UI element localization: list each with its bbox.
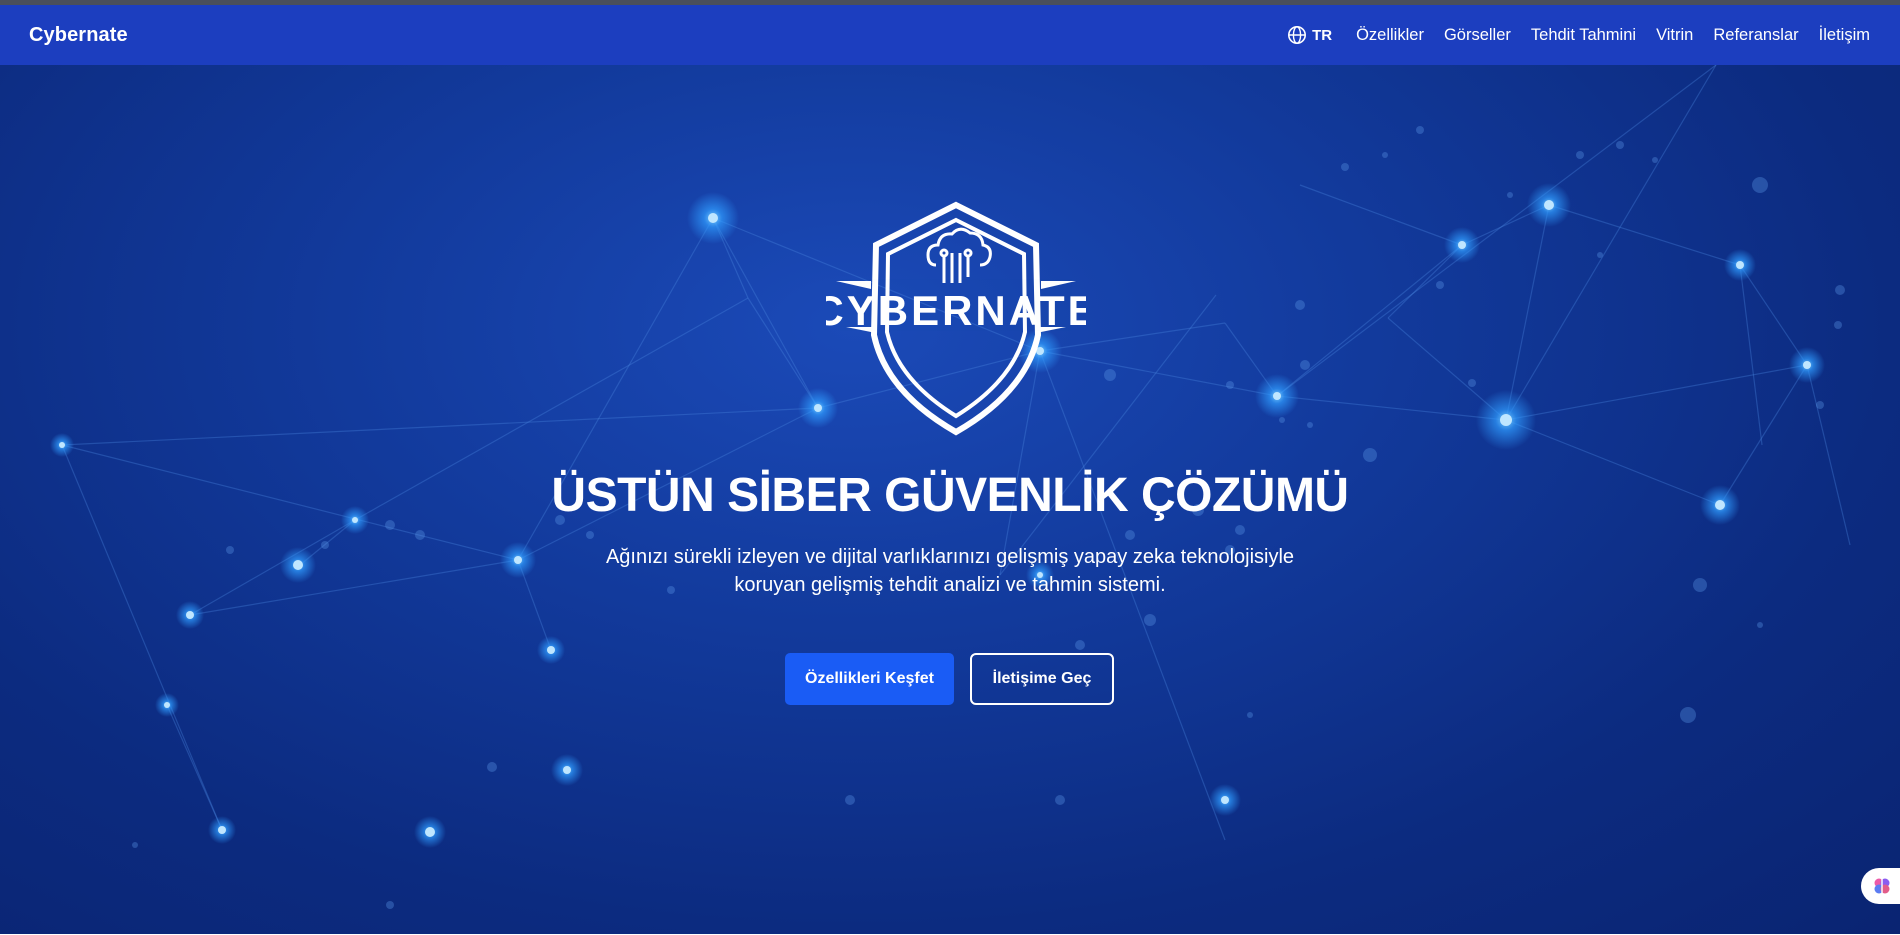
nav-link-vitrin[interactable]: Vitrin — [1656, 26, 1693, 45]
nav-link-referanslar[interactable]: Referanslar — [1713, 26, 1798, 45]
navbar: Cybernate TR Özellikler Görseller Tehdit… — [0, 5, 1900, 65]
nav-menu: TR Özellikler Görseller Tehdit Tahmini V… — [1287, 25, 1870, 45]
brand-logo-text[interactable]: Cybernate — [29, 24, 128, 47]
nav-link-ozellikler[interactable]: Özellikler — [1356, 26, 1424, 45]
hero-section: CYBERNATE ÜSTÜN SİBER GÜVENLİK ÇÖZÜMÜ Ağ… — [0, 65, 1900, 935]
hero-description-line-1: Ağınızı sürekli izleyen ve dijital varlı… — [605, 546, 1295, 568]
globe-icon — [1288, 26, 1307, 44]
logo-wordmark: CYBERNATE — [826, 287, 1086, 334]
nav-link-iletisim[interactable]: İletişim — [1819, 26, 1870, 45]
nav-links: Özellikler Görseller Tehdit Tahmini Vitr… — [1356, 26, 1870, 45]
nav-link-gorseller[interactable]: Görseller — [1444, 26, 1511, 45]
cybernate-shield-logo: CYBERNATE — [813, 187, 1096, 437]
nav-link-tehdit-tahmini[interactable]: Tehdit Tahmini — [1531, 26, 1636, 45]
brain-icon — [1874, 878, 1890, 894]
assistant-floating-button[interactable] — [1861, 868, 1900, 904]
hero-description-line-2: koruyan gelişmiş tehdit analizi ve tahmi… — [734, 574, 1166, 596]
hero-title: ÜSTÜN SİBER GÜVENLİK ÇÖZÜMÜ — [551, 469, 1349, 522]
language-switcher[interactable]: TR — [1287, 25, 1332, 45]
language-label: TR — [1312, 26, 1333, 44]
contact-button[interactable]: İletişime Geç — [970, 653, 1114, 705]
explore-features-button[interactable]: Özellikleri Keşfet — [785, 653, 954, 705]
hero-description: Ağınızı sürekli izleyen ve dijital varlı… — [600, 543, 1300, 599]
